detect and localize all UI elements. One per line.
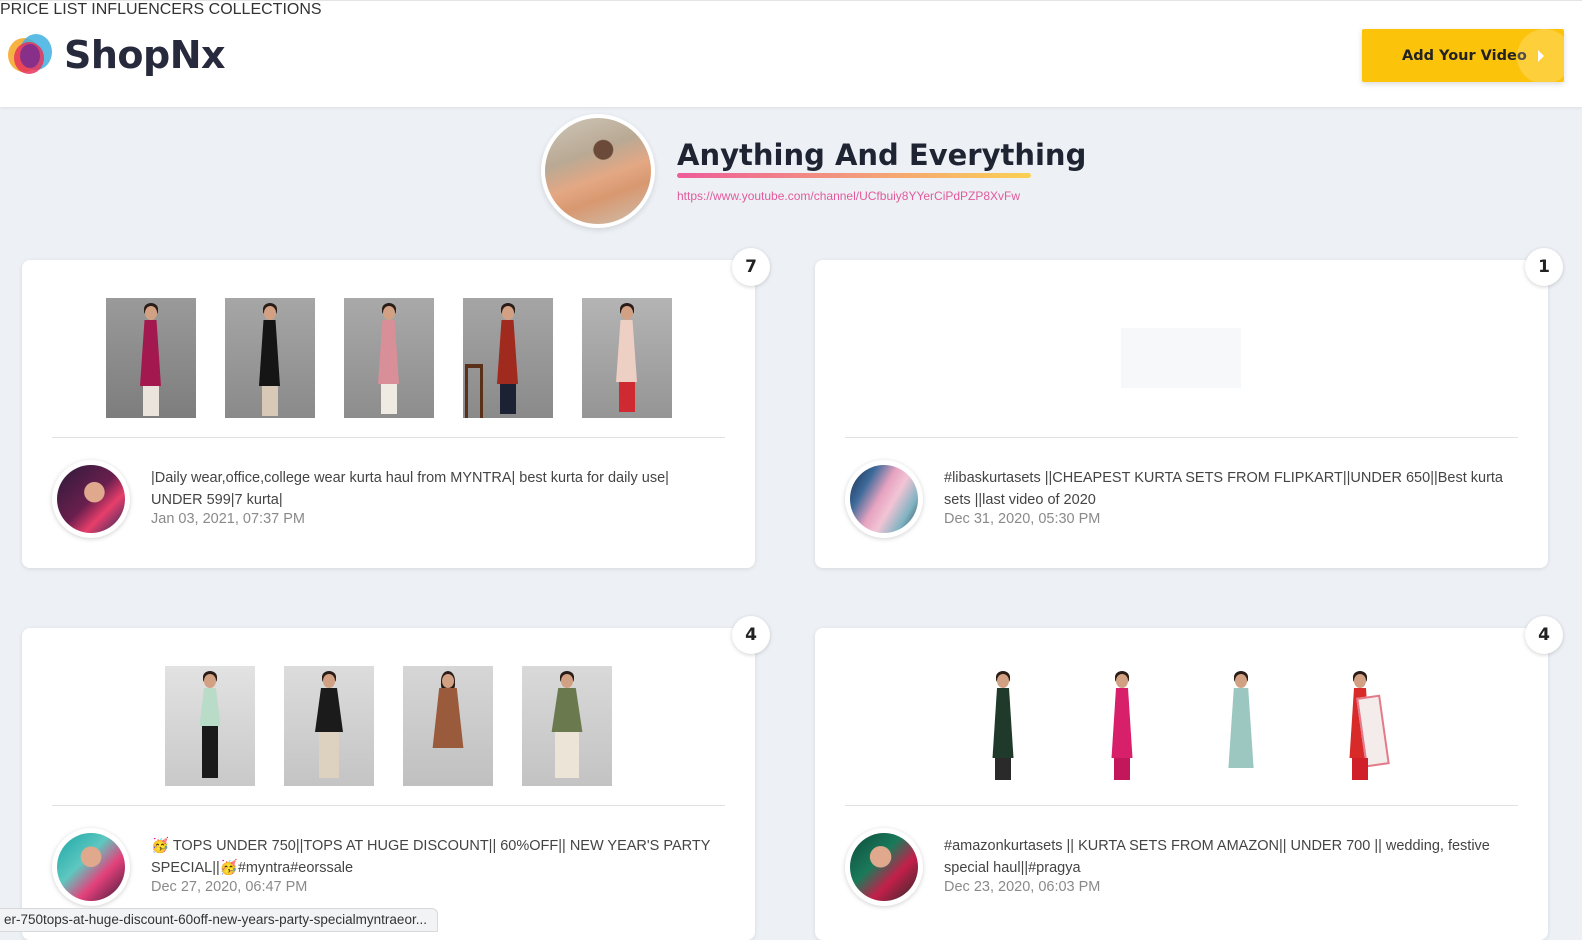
product-count-badge: 4: [732, 616, 770, 654]
browser-status-url: er-750tops-at-huge-discount-60off-new-ye…: [0, 908, 438, 932]
channel-avatar: [541, 114, 655, 228]
video-title: 🥳 TOPS UNDER 750||TOPS AT HUGE DISCOUNT|…: [151, 838, 711, 876]
card-divider: [845, 437, 1518, 438]
product-thumbnail[interactable]: [284, 666, 374, 786]
video-card[interactable]: 1 #libaskurtasets ||CHEAPEST KURTA SETS …: [815, 248, 1563, 568]
product-thumbnail[interactable]: [462, 298, 553, 418]
video-date: Jan 03, 2021, 07:37 PM: [151, 511, 305, 527]
video-title: #libaskurtasets ||CHEAPEST KURTA SETS FR…: [944, 470, 1504, 508]
product-count-badge: 7: [732, 248, 770, 286]
nav-price-list[interactable]: PRICE LIST: [0, 1, 87, 18]
card-divider: [52, 437, 725, 438]
top-navbar: ShopNx PRICE LIST INFLUENCERS COLLECTION…: [0, 0, 1582, 107]
video-card[interactable]: 4 🥳 TOPS UNDER 750||TOPS AT HUGE DISCOUN…: [22, 616, 770, 940]
add-your-video-label: Add Your Video: [1402, 47, 1527, 64]
video-thumbnail-avatar: [52, 460, 130, 538]
product-thumbnail[interactable]: [1315, 666, 1405, 786]
play-arrow-icon: [1538, 50, 1544, 62]
add-your-video-button[interactable]: Add Your Video: [1362, 29, 1564, 82]
product-thumbnail[interactable]: [403, 666, 493, 786]
video-title: #amazonkurtasets || KURTA SETS FROM AMAZ…: [944, 838, 1490, 876]
product-thumbnail[interactable]: [165, 666, 255, 786]
logo-icon: [6, 34, 56, 76]
image-placeholder: [1121, 328, 1241, 388]
product-thumbnail[interactable]: [958, 666, 1048, 786]
product-thumbnails: [22, 666, 755, 786]
product-thumbnails: [22, 298, 755, 418]
title-underline: [677, 173, 1031, 178]
video-date: Dec 31, 2020, 05:30 PM: [944, 511, 1101, 527]
video-thumbnail-avatar: [845, 828, 923, 906]
nav-collections[interactable]: COLLECTIONS: [209, 1, 322, 18]
product-thumbnail[interactable]: [224, 298, 315, 418]
video-date: Dec 23, 2020, 06:03 PM: [944, 879, 1101, 895]
channel-url-link[interactable]: https://www.youtube.com/channel/UCfbuiy8…: [677, 189, 1020, 203]
product-thumbnail[interactable]: [343, 298, 434, 418]
nav-influencers[interactable]: INFLUENCERS: [91, 1, 204, 18]
product-thumbnail[interactable]: [1196, 666, 1286, 786]
card-divider: [845, 805, 1518, 806]
product-thumbnail[interactable]: [1077, 666, 1167, 786]
video-title: |Daily wear,office,college wear kurta ha…: [151, 470, 669, 508]
channel-title: Anything And Everything: [677, 138, 1087, 172]
product-thumbnail[interactable]: [522, 666, 612, 786]
video-thumbnail-avatar: [52, 828, 130, 906]
video-date: Dec 27, 2020, 06:47 PM: [151, 879, 308, 895]
product-thumbnail[interactable]: [105, 298, 196, 418]
video-card[interactable]: 7 |Daily wear,office,college wear kurta …: [22, 248, 770, 568]
product-count-badge: 1: [1525, 248, 1563, 286]
product-thumbnail[interactable]: [581, 298, 672, 418]
video-thumbnail-avatar: [845, 460, 923, 538]
product-thumbnails: [815, 666, 1548, 786]
product-count-badge: 4: [1525, 616, 1563, 654]
brand-name: ShopNx: [64, 33, 226, 77]
card-divider: [52, 805, 725, 806]
brand-logo[interactable]: ShopNx: [6, 33, 226, 77]
video-card[interactable]: 4 #amazonkurtasets || KURTA SETS FROM AM…: [815, 616, 1563, 940]
